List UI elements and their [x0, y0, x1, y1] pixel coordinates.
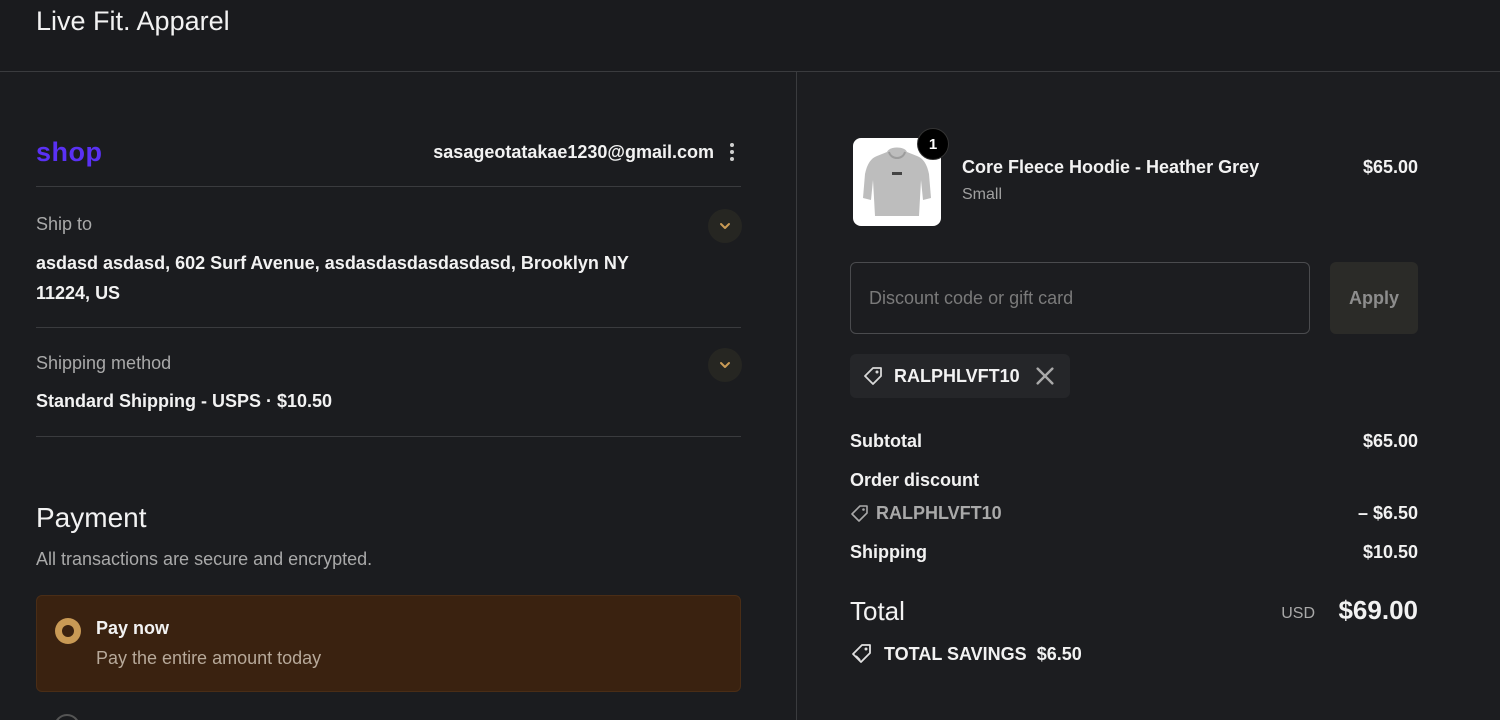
site-header: Live Fit. Apparel: [0, 0, 1500, 72]
payment-option-subtitle: Pay the entire amount today: [96, 648, 322, 668]
payment-option-pay-now[interactable]: Pay now Pay the entire amount today: [36, 595, 741, 692]
divider: [36, 436, 741, 437]
tag-icon: [852, 644, 871, 663]
ship-to-expand-button[interactable]: [708, 209, 742, 243]
order-discount-label: Order discount: [850, 470, 980, 490]
subtotal-label: Subtotal: [850, 431, 922, 451]
tag-icon: [864, 367, 882, 385]
total-savings-label: TOTAL SAVINGS: [884, 643, 1027, 664]
ship-to-label: Ship to: [36, 214, 93, 234]
chevron-down-icon: [720, 362, 730, 368]
ship-to-address-line1: asdasd asdasd, 602 Surf Avenue, asdasdas…: [36, 253, 629, 273]
divider: [36, 186, 741, 187]
radio-selected-icon[interactable]: [55, 618, 81, 644]
total-savings: TOTAL SAVINGS $6.50: [850, 642, 1082, 666]
applied-discount-code: RALPHLVFT10: [894, 365, 1020, 386]
cart-item-price: $65.00: [1362, 157, 1418, 177]
order-discount-code-text: RALPHLVFT10: [876, 503, 1002, 523]
subtotal-value: $65.00: [1362, 431, 1418, 451]
store-brand[interactable]: Live Fit. Apparel: [36, 6, 230, 37]
total-label: Total: [850, 596, 905, 626]
shop-pay-logo: shop: [36, 137, 103, 167]
payment-subtitle: All transactions are secure and encrypte…: [36, 549, 373, 569]
shipping-method-value: Standard Shipping - USPS · $10.50: [36, 391, 333, 411]
order-summary-column: 1 Core Fleece Hoodie - Heather Grey Smal…: [797, 72, 1500, 720]
quantity-badge: 1: [917, 128, 949, 160]
payment-title: Payment: [36, 502, 147, 533]
close-icon[interactable]: [1034, 365, 1056, 387]
kebab-menu-icon[interactable]: [724, 140, 740, 164]
account-email: sasageotatakae1230@gmail.com: [433, 142, 714, 162]
cart-item-variant: Small: [962, 186, 1003, 203]
shipping-method-expand-button[interactable]: [708, 348, 742, 382]
cart-item-name: Core Fleece Hoodie - Heather Grey: [962, 157, 1260, 177]
apply-discount-button[interactable]: Apply: [1330, 262, 1418, 334]
divider: [36, 327, 741, 328]
tag-icon: [851, 504, 868, 522]
applied-discount-chip: RALPHLVFT10: [850, 354, 1070, 398]
shipping-method-label: Shipping method: [36, 353, 172, 373]
total-amount: $69.00: [1338, 595, 1418, 625]
chevron-down-icon: [720, 223, 730, 229]
discount-code-input[interactable]: [850, 262, 1310, 334]
checkout-left-column: shop sasageotatakae1230@gmail.com Ship t…: [0, 72, 797, 720]
shipping-value: $10.50: [1362, 542, 1418, 562]
shipping-label: Shipping: [850, 542, 927, 562]
payment-option-radio-unselected[interactable]: [54, 714, 80, 720]
total-savings-value: $6.50: [1036, 643, 1082, 664]
ship-to-address-line2: 11224, US: [36, 283, 121, 303]
order-discount-code: RALPHLVFT10: [850, 503, 1002, 524]
order-discount-value: – $6.50: [1357, 503, 1418, 523]
payment-option-title: Pay now: [96, 618, 170, 638]
total-currency: USD: [1281, 605, 1315, 622]
